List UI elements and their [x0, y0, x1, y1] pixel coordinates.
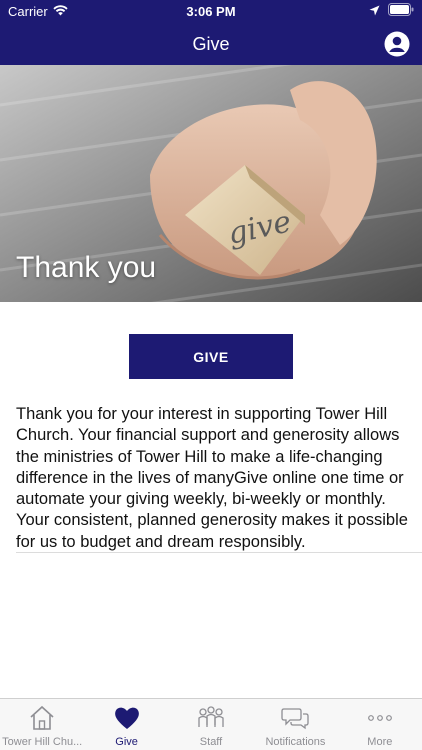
hero-caption: Thank you [16, 251, 157, 284]
tab-label: Notifications [265, 736, 326, 748]
tab-staff[interactable]: Staff [169, 699, 253, 750]
home-icon [28, 705, 56, 731]
tab-home[interactable]: Tower Hill Chu... [0, 699, 84, 750]
hero-banner: give Thank you [0, 65, 422, 302]
chat-icon [281, 705, 310, 731]
profile-icon[interactable] [384, 31, 410, 57]
location-arrow-icon [369, 4, 380, 19]
give-button[interactable]: GIVE [129, 334, 293, 379]
heart-icon [113, 705, 141, 731]
tab-label: Give [115, 736, 138, 748]
tab-label: Tower Hill Chu... [2, 736, 83, 748]
tab-notifications[interactable]: Notifications [253, 699, 337, 750]
divider [16, 552, 422, 553]
tab-more[interactable]: More [338, 699, 422, 750]
status-bar: Carrier 3:06 PM [0, 0, 422, 22]
battery-icon [388, 3, 414, 19]
give-description: Thank you for your interest in supportin… [16, 405, 408, 551]
more-icon [366, 705, 394, 731]
status-time: 3:06 PM [186, 4, 236, 19]
tab-give[interactable]: Give [84, 699, 168, 750]
nav-bar: Give [0, 22, 422, 65]
people-icon [197, 705, 225, 731]
page-title: Give [192, 34, 230, 54]
tab-label: Staff [199, 736, 223, 748]
tab-bar: Tower Hill Chu... Give Staff Notificatio… [0, 698, 422, 750]
tab-label: More [367, 736, 393, 748]
status-right [369, 3, 414, 19]
